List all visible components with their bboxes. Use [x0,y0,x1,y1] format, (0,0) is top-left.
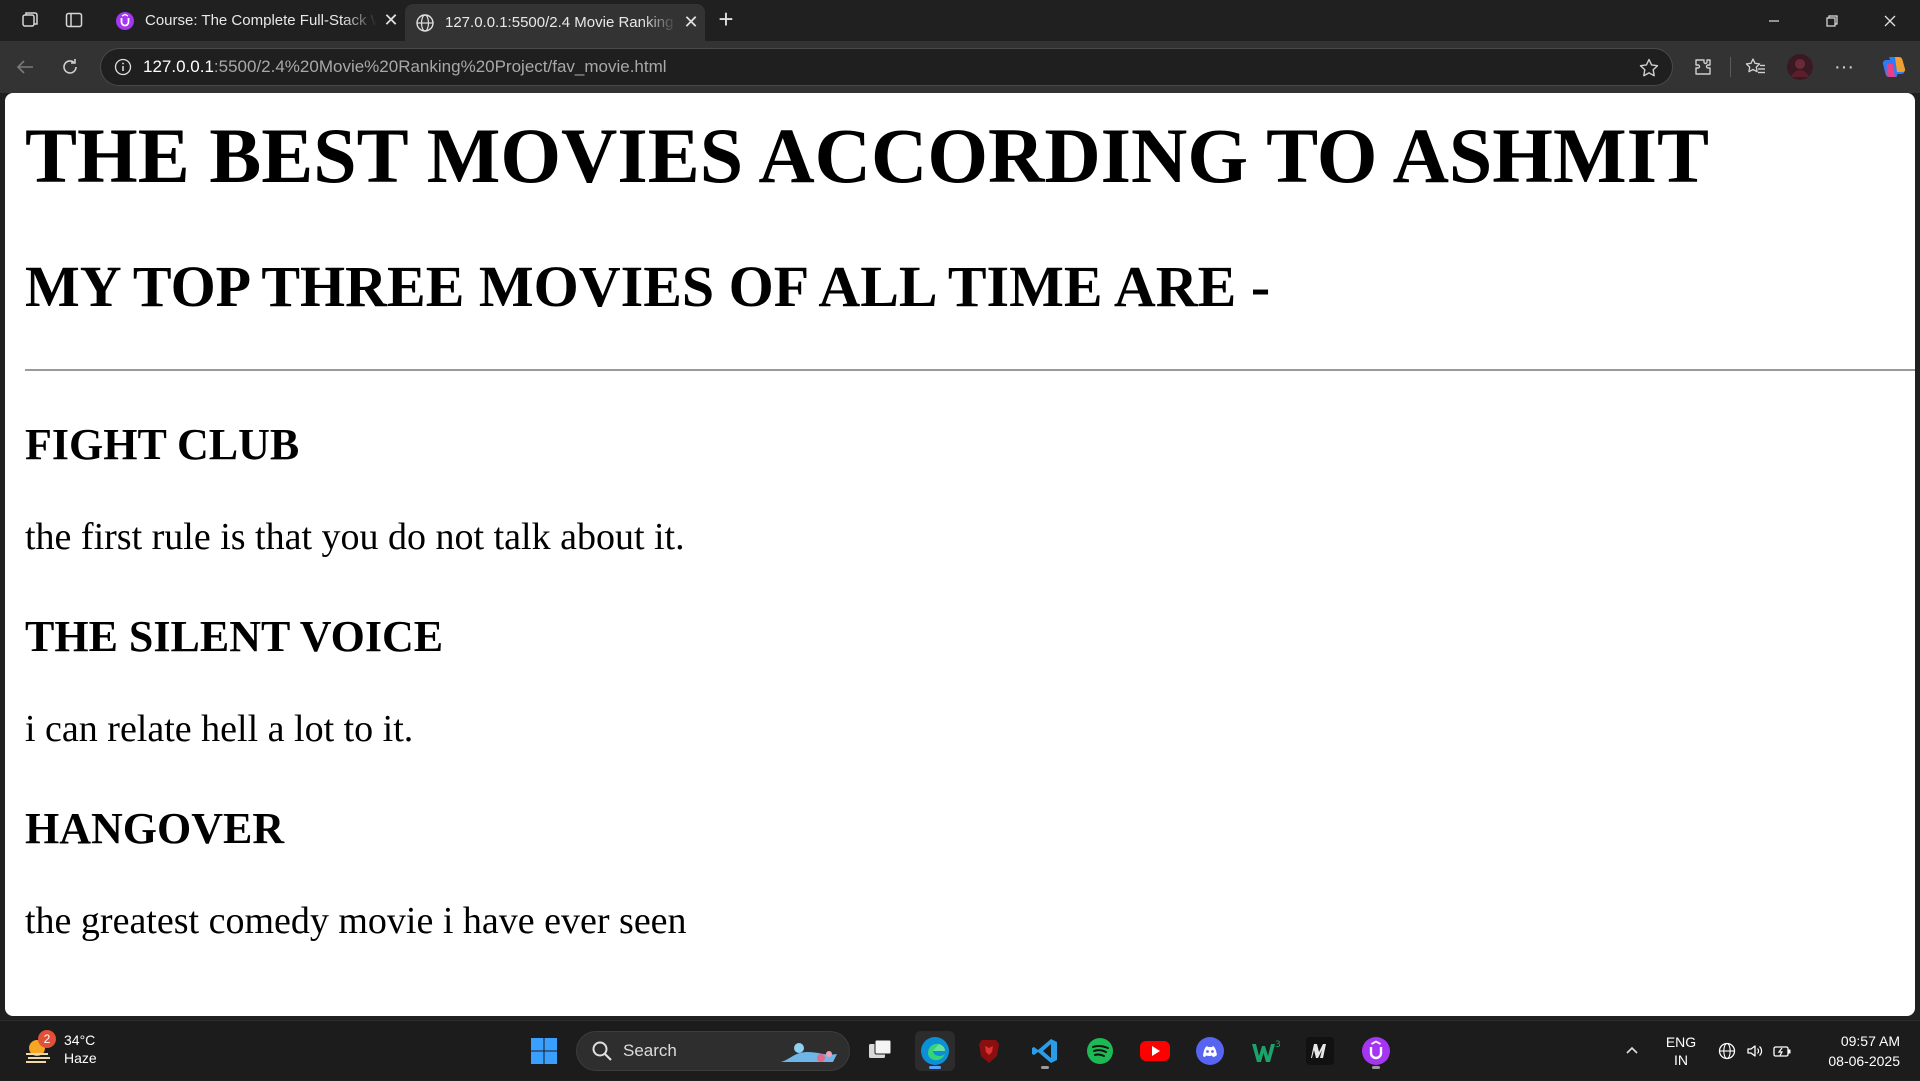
copilot-icon[interactable] [1880,53,1908,81]
language-code: ENG [1665,1034,1697,1050]
movie-comment: the greatest comedy movie i have ever se… [25,900,687,942]
toolbar-divider [1730,57,1731,77]
discord-taskbar-icon[interactable] [1190,1031,1230,1071]
divider [25,369,1915,371]
restore-button[interactable] [1803,0,1861,41]
url-path: :5500/2.4%20Movie%20Ranking%20Project/fa… [213,57,667,76]
page-title: THE BEST MOVIES ACCORDING TO ASHMIT [25,112,1709,199]
edge-taskbar-icon[interactable] [915,1031,955,1071]
youtube-taskbar-icon[interactable] [1135,1031,1175,1071]
region-code: IN [1674,1052,1688,1068]
address-bar[interactable]: 127.0.0.1:5500/2.4%20Movie%20Ranking%20P… [100,48,1673,86]
windows-taskbar: 2 34°C Haze Search 3 ENG IN 09:57 AM 08-… [0,1020,1920,1080]
profile-avatar[interactable] [1786,53,1814,81]
vscode-taskbar-icon[interactable] [1025,1031,1065,1071]
tab-title: Course: The Complete Full-Stack Web [145,12,377,29]
page-viewport: THE BEST MOVIES ACCORDING TO ASHMIT MY T… [5,93,1915,1016]
udemy-taskbar-icon[interactable] [1356,1031,1396,1071]
close-tab-icon[interactable]: ✕ [377,10,405,31]
workspaces-icon[interactable] [18,8,42,32]
show-hidden-icons-chevron-up-icon[interactable] [1620,1021,1644,1081]
page-subtitle: MY TOP THREE MOVIES OF ALL TIME ARE - [25,254,1271,319]
tab-udemy-course[interactable]: Course: The Complete Full-Stack Web ✕ [105,4,405,37]
site-info-icon[interactable] [113,57,133,77]
start-button[interactable] [524,1031,564,1071]
system-clock[interactable]: 09:57 AM 08-06-2025 [1828,1031,1900,1071]
vertical-tabs-icon[interactable] [62,8,86,32]
battery-charging-icon[interactable] [1772,1021,1794,1081]
browser-toolbar: 127.0.0.1:5500/2.4%20Movie%20Ranking%20P… [0,41,1920,93]
movie-title: THE SILENT VOICE [25,612,444,661]
taskbar-search[interactable]: Search [576,1031,850,1071]
movie-comment: i can relate hell a lot to it. [25,708,414,750]
tab-movie-ranking[interactable]: 127.0.0.1:5500/2.4 Movie Ranking Project… [405,4,705,41]
browser-titlebar: Course: The Complete Full-Stack Web ✕ 12… [0,0,1920,41]
tab-title: 127.0.0.1:5500/2.4 Movie Ranking Project [445,14,677,31]
language-indicator[interactable]: ENG IN [1660,1021,1702,1081]
network-globe-icon[interactable] [1716,1021,1738,1081]
refresh-button[interactable] [56,53,84,81]
clock-time: 09:57 AM [1840,1033,1900,1049]
new-tab-button[interactable]: + [712,6,740,34]
weather-badge: 2 [38,1030,56,1048]
clock-date: 08-06-2025 [1828,1053,1900,1069]
movie-comment: the first rule is that you do not talk a… [25,516,685,558]
close-tab-icon[interactable]: ✕ [677,12,705,33]
favorites-icon[interactable] [1742,53,1770,81]
url-host: 127.0.0.1 [143,57,214,76]
search-highlight-icon [781,1043,837,1062]
svg-text:3: 3 [1275,1040,1281,1050]
close-window-button[interactable] [1861,0,1919,41]
search-icon [592,1041,612,1061]
brave-taskbar-icon[interactable] [969,1031,1009,1071]
w3-taskbar-icon[interactable]: 3 [1246,1031,1286,1071]
search-label: Search [623,1041,677,1060]
weather-widget[interactable]: 2 34°C Haze [22,1030,97,1067]
m-app-taskbar-icon[interactable] [1300,1031,1340,1071]
spotify-taskbar-icon[interactable] [1080,1031,1120,1071]
movie-title: FIGHT CLUB [25,420,300,469]
udemy-icon [115,11,135,31]
globe-icon [415,13,435,33]
running-indicator [1372,1066,1380,1069]
task-view-button[interactable] [860,1031,900,1071]
volume-icon[interactable] [1744,1021,1766,1081]
weather-desc: Haze [64,1050,97,1066]
movie-title: HANGOVER [25,804,285,853]
extensions-icon[interactable] [1689,53,1717,81]
favorite-star-icon[interactable] [1638,57,1660,79]
back-button[interactable] [11,53,39,81]
weather-temp: 34°C [64,1032,96,1048]
more-options-icon[interactable]: ··· [1830,53,1858,81]
active-indicator [929,1066,941,1069]
running-indicator [1041,1066,1049,1069]
weather-haze-icon: 2 [22,1030,56,1066]
minimize-button[interactable] [1745,0,1803,41]
